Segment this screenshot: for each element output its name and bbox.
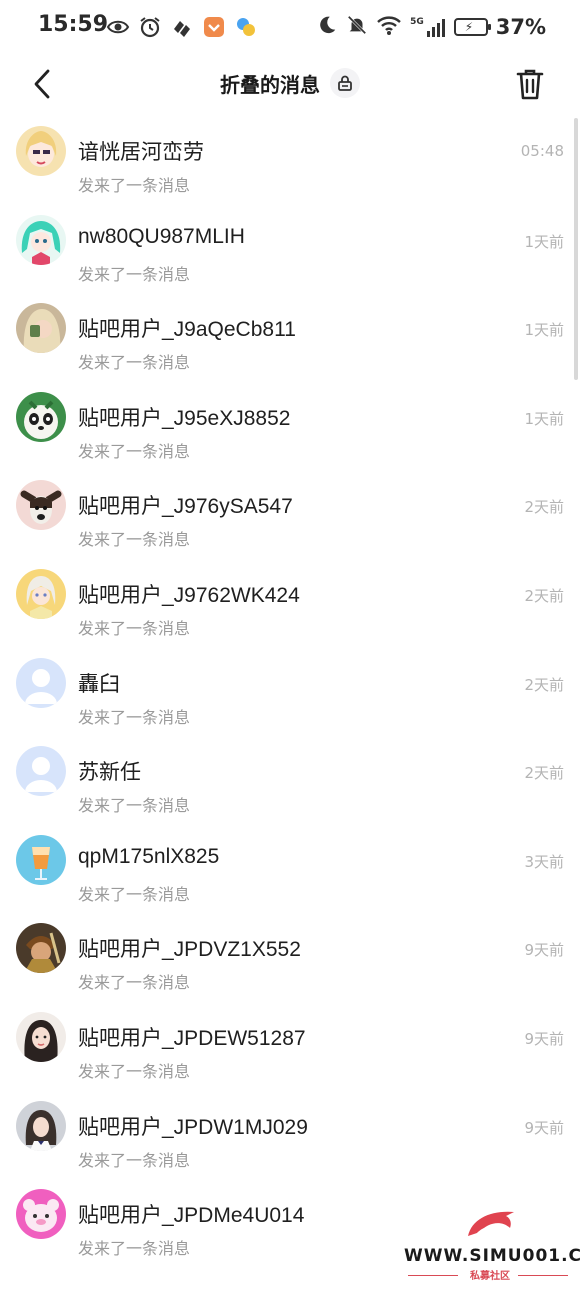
system-icons: 5G ⚡ 37% [316,14,546,40]
message-time: 05:48 [520,142,564,160]
message-preview: 发来了一条消息 [78,176,191,195]
lock-icon [338,75,352,91]
watermark-divider [408,1275,458,1276]
message-preview: 发来了一条消息 [78,441,191,461]
list-item[interactable]: 贴吧用户_JPDVZ1X552 发来了一条消息 9天前 [0,903,580,992]
delete-all-button[interactable] [510,64,550,104]
message-list: 谙恍居河峦劳 发来了一条消息 05:48 nw80QU987MLIH 发来了一条… [0,106,580,1258]
message-preview: 发来了一条消息 [78,1239,191,1259]
sender-name: 贴吧用户_J9762WK424 [78,583,300,607]
avatar[interactable] [16,923,66,974]
watermark-url: WWW.SIMU001.CN [404,1246,580,1266]
avatar[interactable] [16,746,66,797]
colorful-app-icon [234,15,258,39]
message-time: 1天前 [524,409,564,428]
avatar[interactable] [16,1100,66,1151]
avatar[interactable] [16,303,66,354]
status-bar: 15:59 5G ⚡ 37% [0,0,580,56]
message-preview: 发来了一条消息 [78,264,191,284]
app-notification-icon [170,15,194,39]
list-item[interactable]: nw80QU987MLIH 发来了一条消息 1天前 [0,195,580,284]
message-preview: 发来了一条消息 [78,707,191,727]
shopping-app-icon [202,15,226,39]
list-item[interactable]: 贴吧用户_J976ySA547 发来了一条消息 2天前 [0,460,580,549]
watermark-divider [518,1275,568,1276]
list-item[interactable]: 贴吧用户_J9aQeCb811 发来了一条消息 1天前 [0,283,580,372]
alarm-clock-icon [138,15,162,39]
avatar[interactable] [16,657,66,708]
sender-name: 谙恍居河峦劳 [78,141,204,164]
battery-percent: 37% [495,15,546,39]
message-preview: 发来了一条消息 [78,618,191,638]
message-preview: 发来了一条消息 [78,796,191,816]
sender-name: 贴吧用户_JPDW1MJ029 [78,1115,308,1139]
avatar[interactable] [16,480,66,531]
wifi-icon [376,14,402,40]
sender-name: 贴吧用户_J95eXJ8852 [78,406,291,430]
list-item[interactable]: qpM175nlX825 发来了一条消息 3天前 [0,815,580,904]
watermark-caption: 私募社区 [470,1271,510,1282]
avatar[interactable] [16,1189,66,1240]
list-item[interactable]: 贴吧用户_JPDEW51287 发来了一条消息 9天前 [0,992,580,1081]
page-title: 折叠的消息 [220,72,320,97]
signal-5g-icon: 5G [410,17,446,37]
message-time: 9天前 [524,941,564,960]
message-time: 2天前 [524,586,564,605]
sender-name: 贴吧用户_J9aQeCb811 [78,318,296,342]
sender-name: 轟臼 [78,672,120,696]
status-time: 15:59 [38,12,109,37]
message-time: 1天前 [524,232,564,251]
trash-icon [516,69,544,100]
message-time: 1天前 [524,321,564,340]
list-item[interactable]: 苏新任 发来了一条消息 2天前 [0,726,580,815]
list-item[interactable]: 轟臼 发来了一条消息 2天前 [0,638,580,727]
battery-icon: ⚡ [453,18,491,36]
message-time: 9天前 [524,1118,564,1137]
sender-name: 贴吧用户_J976ySA547 [78,495,293,519]
message-time: 9天前 [524,1029,564,1048]
eye-icon [106,15,130,39]
message-preview: 发来了一条消息 [78,1150,191,1170]
avatar[interactable] [16,568,66,619]
sender-name: 苏新任 [78,761,141,785]
scrollbar[interactable] [574,118,578,380]
avatar[interactable] [16,214,66,265]
mute-bell-icon [346,14,368,40]
sender-name: 贴吧用户_JPDEW51287 [78,1026,306,1050]
sender-name: qpM175nlX825 [78,844,220,868]
list-item[interactable]: 贴吧用户_J9762WK424 发来了一条消息 2天前 [0,549,580,638]
avatar[interactable] [16,391,66,442]
avatar[interactable] [16,834,66,885]
sender-name: 贴吧用户_JPDMe4U014 [78,1204,305,1228]
message-time: 2天前 [524,764,564,783]
moon-icon [316,14,338,40]
list-item[interactable]: 贴吧用户_J95eXJ8852 发来了一条消息 1天前 [0,372,580,461]
message-time: 2天前 [524,498,564,517]
lock-button[interactable] [330,68,360,98]
message-preview: 发来了一条消息 [78,530,191,550]
notification-icons [106,14,258,40]
message-preview: 发来了一条消息 [78,973,191,993]
message-time: 3天前 [524,852,564,871]
list-item[interactable]: 贴吧用户_JPDW1MJ029 发来了一条消息 9天前 [0,1081,580,1170]
message-preview: 发来了一条消息 [78,1061,191,1081]
title-group: 折叠的消息 [0,68,580,98]
watermark-logo-icon [468,1211,514,1237]
sender-name: 贴吧用户_JPDVZ1X552 [78,938,301,962]
sender-name: nw80QU987MLIH [78,224,245,248]
avatar[interactable] [16,126,66,176]
message-preview: 发来了一条消息 [78,353,191,373]
avatar[interactable] [16,1011,66,1062]
message-preview: 发来了一条消息 [78,884,191,904]
watermark: WWW.SIMU001.CN 私募社区 [404,1206,580,1286]
message-time: 2天前 [524,675,564,694]
list-item[interactable]: 谙恍居河峦劳 发来了一条消息 05:48 [0,106,580,195]
